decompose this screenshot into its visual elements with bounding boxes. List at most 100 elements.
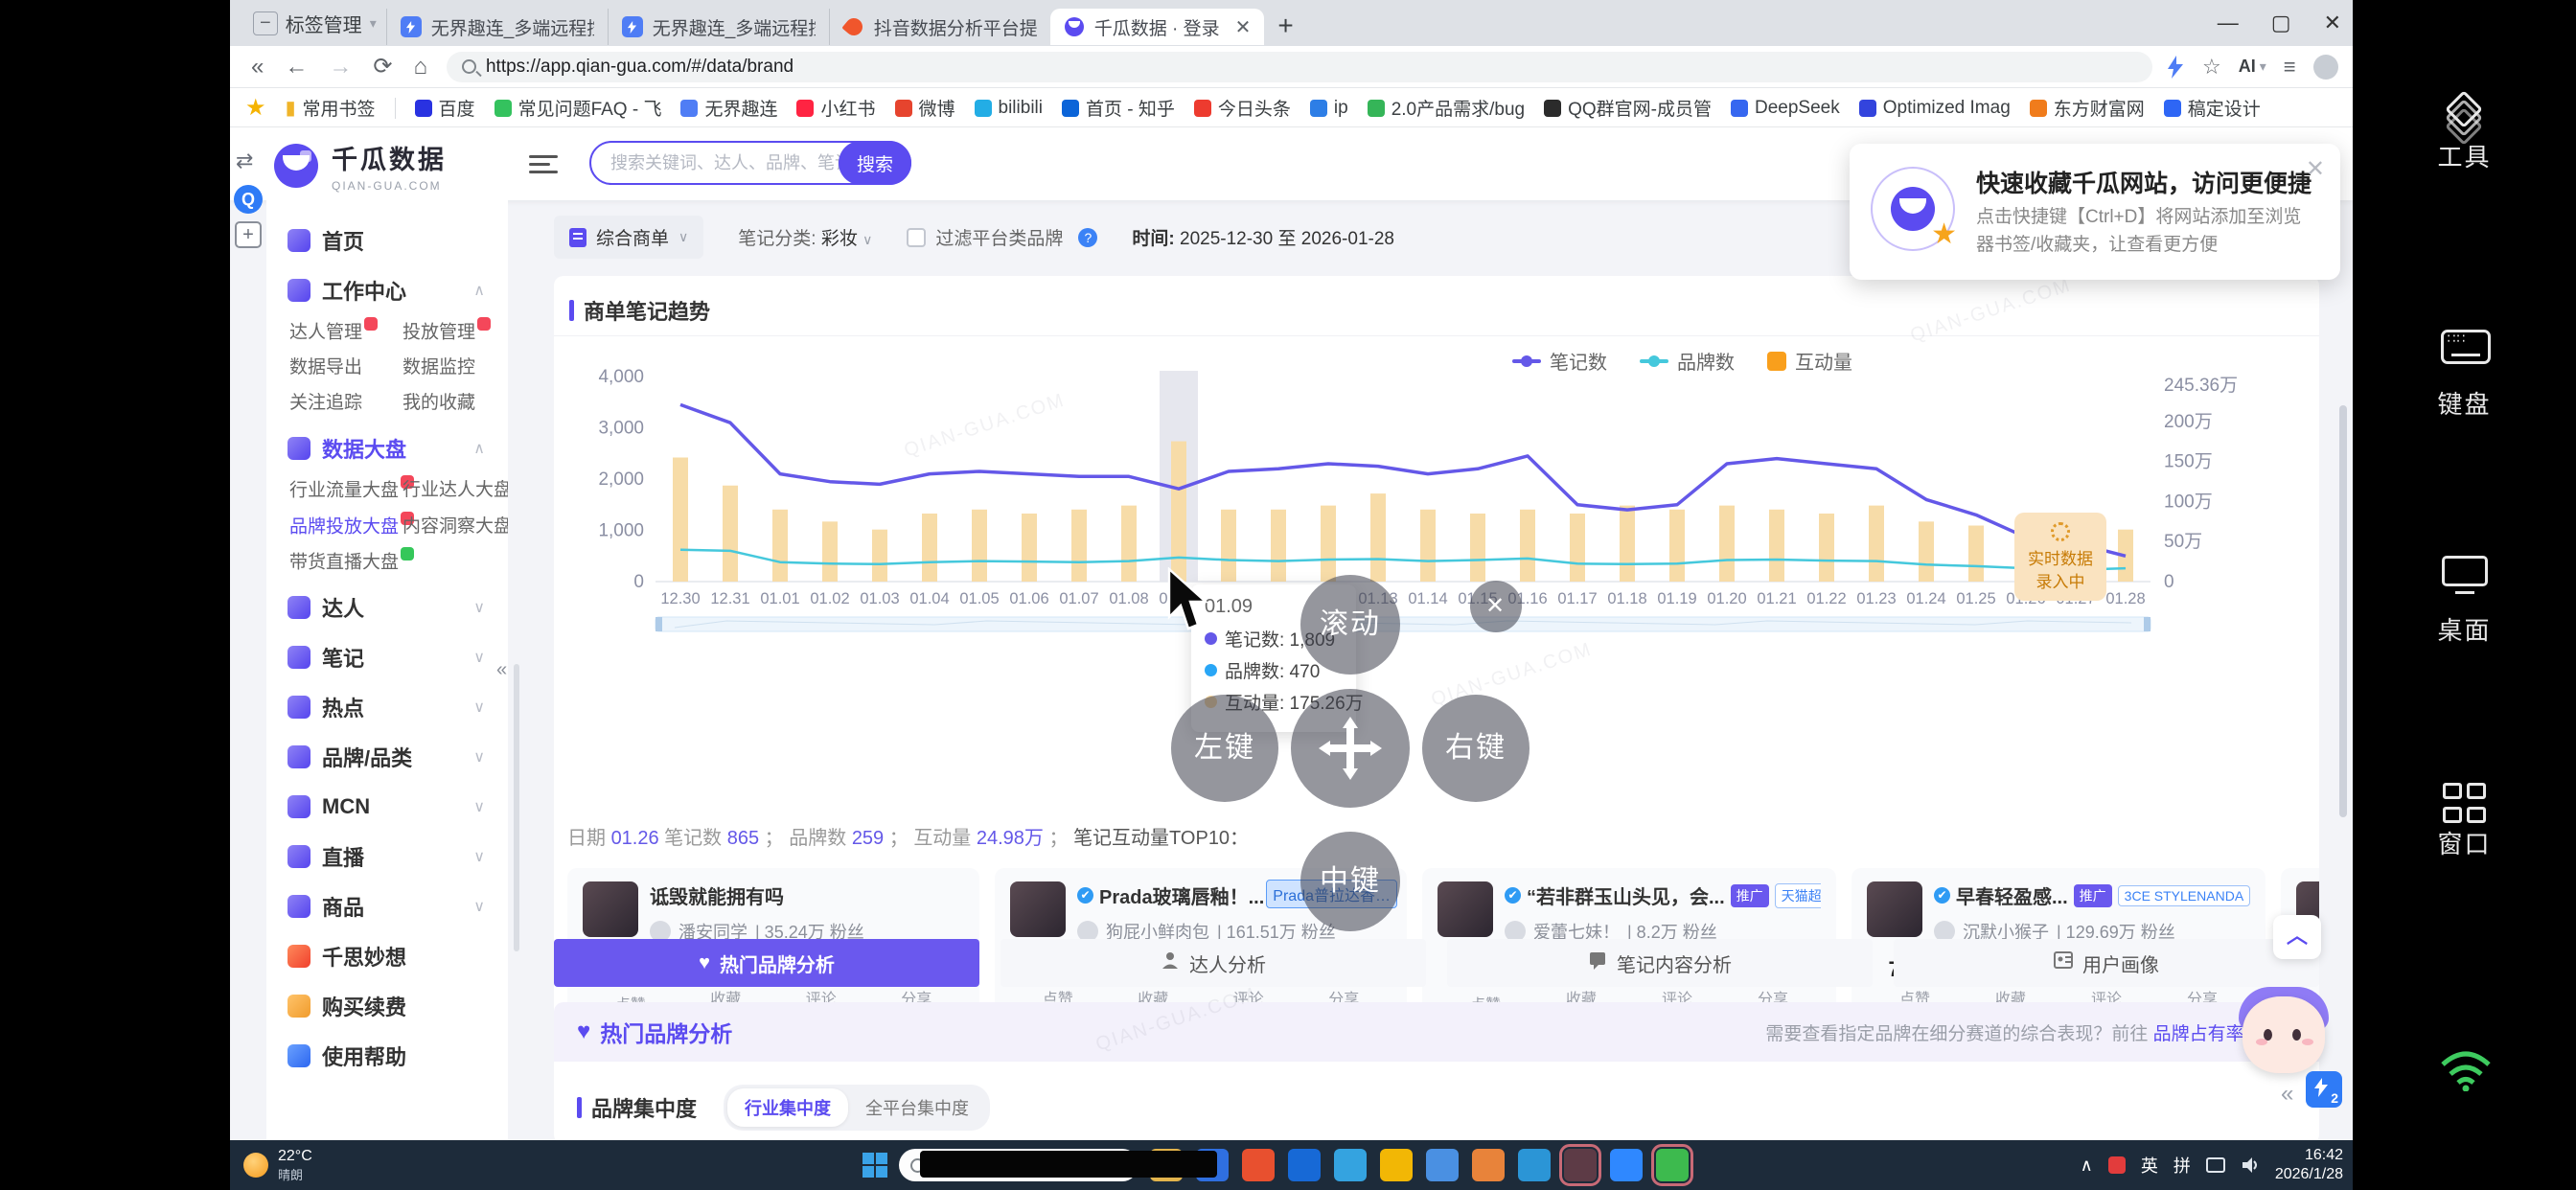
order-type-select[interactable]: 综合商单 ∨ bbox=[554, 216, 703, 259]
sidebar-scrollbar[interactable] bbox=[514, 664, 519, 951]
bookmark-item[interactable]: 稿定设计 bbox=[2164, 95, 2261, 121]
sidebar-subitem-投放管理[interactable]: 投放管理 bbox=[402, 317, 508, 343]
tab-manager-button[interactable]: − 标签管理 ▾ bbox=[243, 4, 386, 43]
bookmark-item[interactable]: Optimized Imag bbox=[1859, 98, 2011, 119]
overlay-left-click-button[interactable]: 左键 bbox=[1171, 695, 1278, 802]
bookmark-item[interactable]: 无界趣连 bbox=[680, 95, 777, 121]
window-close-button[interactable]: ✕ bbox=[2324, 11, 2341, 35]
address-bar[interactable]: https://app.qian-gua.com/#/data/brand bbox=[447, 52, 2152, 82]
bookmark-item[interactable]: 2.0产品需求/bug bbox=[1368, 95, 1525, 121]
window-maximize-button[interactable]: ▢ bbox=[2271, 11, 2291, 35]
profile-avatar[interactable] bbox=[2313, 55, 2338, 80]
menu-toggle-icon[interactable] bbox=[529, 150, 558, 175]
bookmark-item[interactable]: 百度 bbox=[415, 95, 475, 121]
browser-tab[interactable]: 千瓜数据 · 登录✕ bbox=[1050, 9, 1265, 45]
sidebar-item-工作中心[interactable]: 工作中心∧ bbox=[288, 265, 508, 315]
browser-tab[interactable]: 抖音数据分析平台提供抖音直播 bbox=[829, 9, 1050, 45]
new-tab-button[interactable]: + bbox=[1277, 11, 1293, 41]
sidebar-item-千思妙想[interactable]: 千思妙想 bbox=[288, 931, 508, 981]
sidebar-subitem-关注追踪[interactable]: 关注追踪 bbox=[289, 388, 402, 414]
overlay-dpad[interactable] bbox=[1291, 689, 1410, 808]
floating-add-button[interactable]: + bbox=[235, 221, 262, 248]
overlay-scroll-button[interactable]: 滚动 bbox=[1300, 575, 1400, 675]
window-minimize-button[interactable]: — bbox=[2218, 11, 2239, 35]
overlay-middle-click-button[interactable]: 中键 bbox=[1300, 832, 1400, 931]
weather-widget[interactable]: 22°C晴朗 bbox=[243, 1148, 312, 1183]
sidebar-subitem-我的收藏[interactable]: 我的收藏 bbox=[402, 388, 508, 414]
taskbar-app-icon[interactable] bbox=[1380, 1149, 1413, 1181]
sidebar-subitem-行业达人大盘[interactable]: 行业达人大盘 bbox=[402, 475, 508, 501]
taskbar-app-icon[interactable] bbox=[1564, 1149, 1597, 1181]
time-range[interactable]: 时间: 2025-12-30 至 2026-01-28 bbox=[1132, 224, 1394, 250]
dock-collapse-icon[interactable]: « bbox=[2281, 1081, 2293, 1108]
sidebar-item-首页[interactable]: 首页 bbox=[288, 216, 508, 265]
site-search-button[interactable]: 搜索 bbox=[839, 141, 911, 185]
bookmark-item[interactable]: bilibili bbox=[975, 98, 1043, 119]
bookmark-item[interactable]: 东方财富网 bbox=[2030, 95, 2145, 121]
sidebar-item-达人[interactable]: 达人∨ bbox=[288, 583, 508, 632]
taskbar-app-icon[interactable] bbox=[1334, 1149, 1367, 1181]
note-category-select[interactable]: 笔记分类: 彩妆 ∨ bbox=[738, 224, 872, 250]
sidebar-item-笔记[interactable]: 笔记∨ bbox=[288, 632, 508, 682]
taskbar-app-icon[interactable] bbox=[1656, 1149, 1689, 1181]
start-button[interactable] bbox=[862, 1153, 887, 1178]
analysis-tab-笔记内容分析[interactable]: 笔记内容分析 bbox=[1447, 939, 1873, 987]
help-icon[interactable]: ? bbox=[1078, 228, 1097, 247]
overlay-close-button[interactable]: ✕ bbox=[1470, 581, 1522, 632]
home-button[interactable]: ⌂ bbox=[413, 54, 427, 80]
ai-button[interactable]: AI▾ bbox=[2239, 57, 2266, 77]
sidebar-item-购买续费[interactable]: 购买续费 bbox=[288, 981, 508, 1031]
taskbar-app-icon[interactable] bbox=[1610, 1149, 1643, 1181]
bookmark-item[interactable]: DeepSeek bbox=[1731, 98, 1840, 119]
back-to-top-button[interactable]: ︿ bbox=[2273, 915, 2321, 959]
panel-windows-button[interactable]: 窗口 bbox=[2353, 781, 2576, 860]
platform-brand-filter[interactable]: 过滤平台类品牌 ? bbox=[907, 224, 1097, 250]
sidebar-subitem-数据监控[interactable]: 数据监控 bbox=[402, 353, 508, 378]
ime-lang-pinyin[interactable]: 拼 bbox=[2174, 1153, 2191, 1178]
sidebar-subitem-行业流量大盘[interactable]: 行业流量大盘 bbox=[289, 475, 402, 501]
boost-badge[interactable]: 2 bbox=[2306, 1071, 2342, 1108]
browser-tab[interactable]: 无界趣连_多端远程控制_免费云 bbox=[608, 9, 829, 45]
tray-security-icon[interactable] bbox=[2108, 1156, 2126, 1174]
tab-close-icon[interactable]: ✕ bbox=[1235, 15, 1252, 39]
extension-bolt-icon[interactable] bbox=[2166, 56, 2185, 79]
bookmark-item[interactable]: 首页 - 知乎 bbox=[1062, 95, 1175, 121]
volume-icon[interactable] bbox=[2241, 1156, 2260, 1175]
bookmark-item[interactable]: ip bbox=[1310, 98, 1348, 119]
collapse-arrows-icon[interactable]: ⇄ bbox=[236, 149, 264, 173]
sidebar-subitem-内容洞察大盘[interactable]: 内容洞察大盘 bbox=[402, 512, 508, 538]
sidebar-subitem-数据导出[interactable]: 数据导出 bbox=[289, 353, 402, 378]
popup-close-icon[interactable]: ✕ bbox=[2306, 155, 2325, 183]
tray-display-icon[interactable] bbox=[2206, 1157, 2225, 1173]
site-search-input[interactable] bbox=[610, 153, 840, 173]
sidebar-item-MCN[interactable]: MCN∨ bbox=[288, 782, 508, 832]
bookmark-item[interactable]: 今日头条 bbox=[1194, 95, 1291, 121]
overlay-right-click-button[interactable]: 右键 bbox=[1422, 695, 1530, 802]
taskbar-app-icon[interactable] bbox=[1472, 1149, 1505, 1181]
back-button[interactable]: ← bbox=[285, 54, 308, 80]
sidebar-collapse-icon[interactable]: « bbox=[496, 659, 507, 681]
checkbox[interactable] bbox=[907, 228, 926, 247]
bookmark-item[interactable]: 常见问题FAQ - 飞 bbox=[494, 95, 662, 121]
taskbar-app-icon[interactable] bbox=[1242, 1149, 1275, 1181]
reading-list-icon[interactable]: ≡ bbox=[2284, 55, 2296, 80]
panel-desktop-button[interactable]: 桌面 bbox=[2353, 554, 2576, 647]
analysis-tab-达人分析[interactable]: 达人分析 bbox=[1000, 939, 1426, 987]
analysis-tab-热门品牌分析[interactable]: ♥热门品牌分析 bbox=[554, 939, 979, 987]
bookmark-star-icon[interactable]: ☆ bbox=[2202, 55, 2221, 80]
panel-keyboard-button[interactable]: 键盘 bbox=[2353, 326, 2576, 421]
panel-tools-button[interactable]: 工具 bbox=[2353, 96, 2576, 173]
page-scrollbar[interactable] bbox=[2339, 405, 2347, 817]
sidebar-subitem-品牌投放大盘[interactable]: 品牌投放大盘 bbox=[289, 512, 402, 538]
sidebar-item-热点[interactable]: 热点∨ bbox=[288, 682, 508, 732]
site-logo[interactable]: 千瓜数据 QIAN-GUA.COM bbox=[274, 139, 447, 193]
tray-expand-icon[interactable]: ∧ bbox=[2081, 1156, 2093, 1176]
sidebar-item-品牌/品类[interactable]: 品牌/品类∨ bbox=[288, 732, 508, 782]
reload-button[interactable]: ⟳ bbox=[373, 53, 392, 80]
bookmark-item[interactable]: 小红书 bbox=[796, 95, 875, 121]
pill-tab-行业集中度[interactable]: 行业集中度 bbox=[727, 1088, 848, 1127]
forward-button[interactable]: → bbox=[329, 54, 352, 80]
bookmark-item[interactable]: QQ群官网-成员管 bbox=[1544, 95, 1712, 121]
floating-q-button[interactable]: Q bbox=[234, 185, 263, 214]
sidebar-subitem-带货直播大盘[interactable]: 带货直播大盘 bbox=[289, 547, 402, 573]
